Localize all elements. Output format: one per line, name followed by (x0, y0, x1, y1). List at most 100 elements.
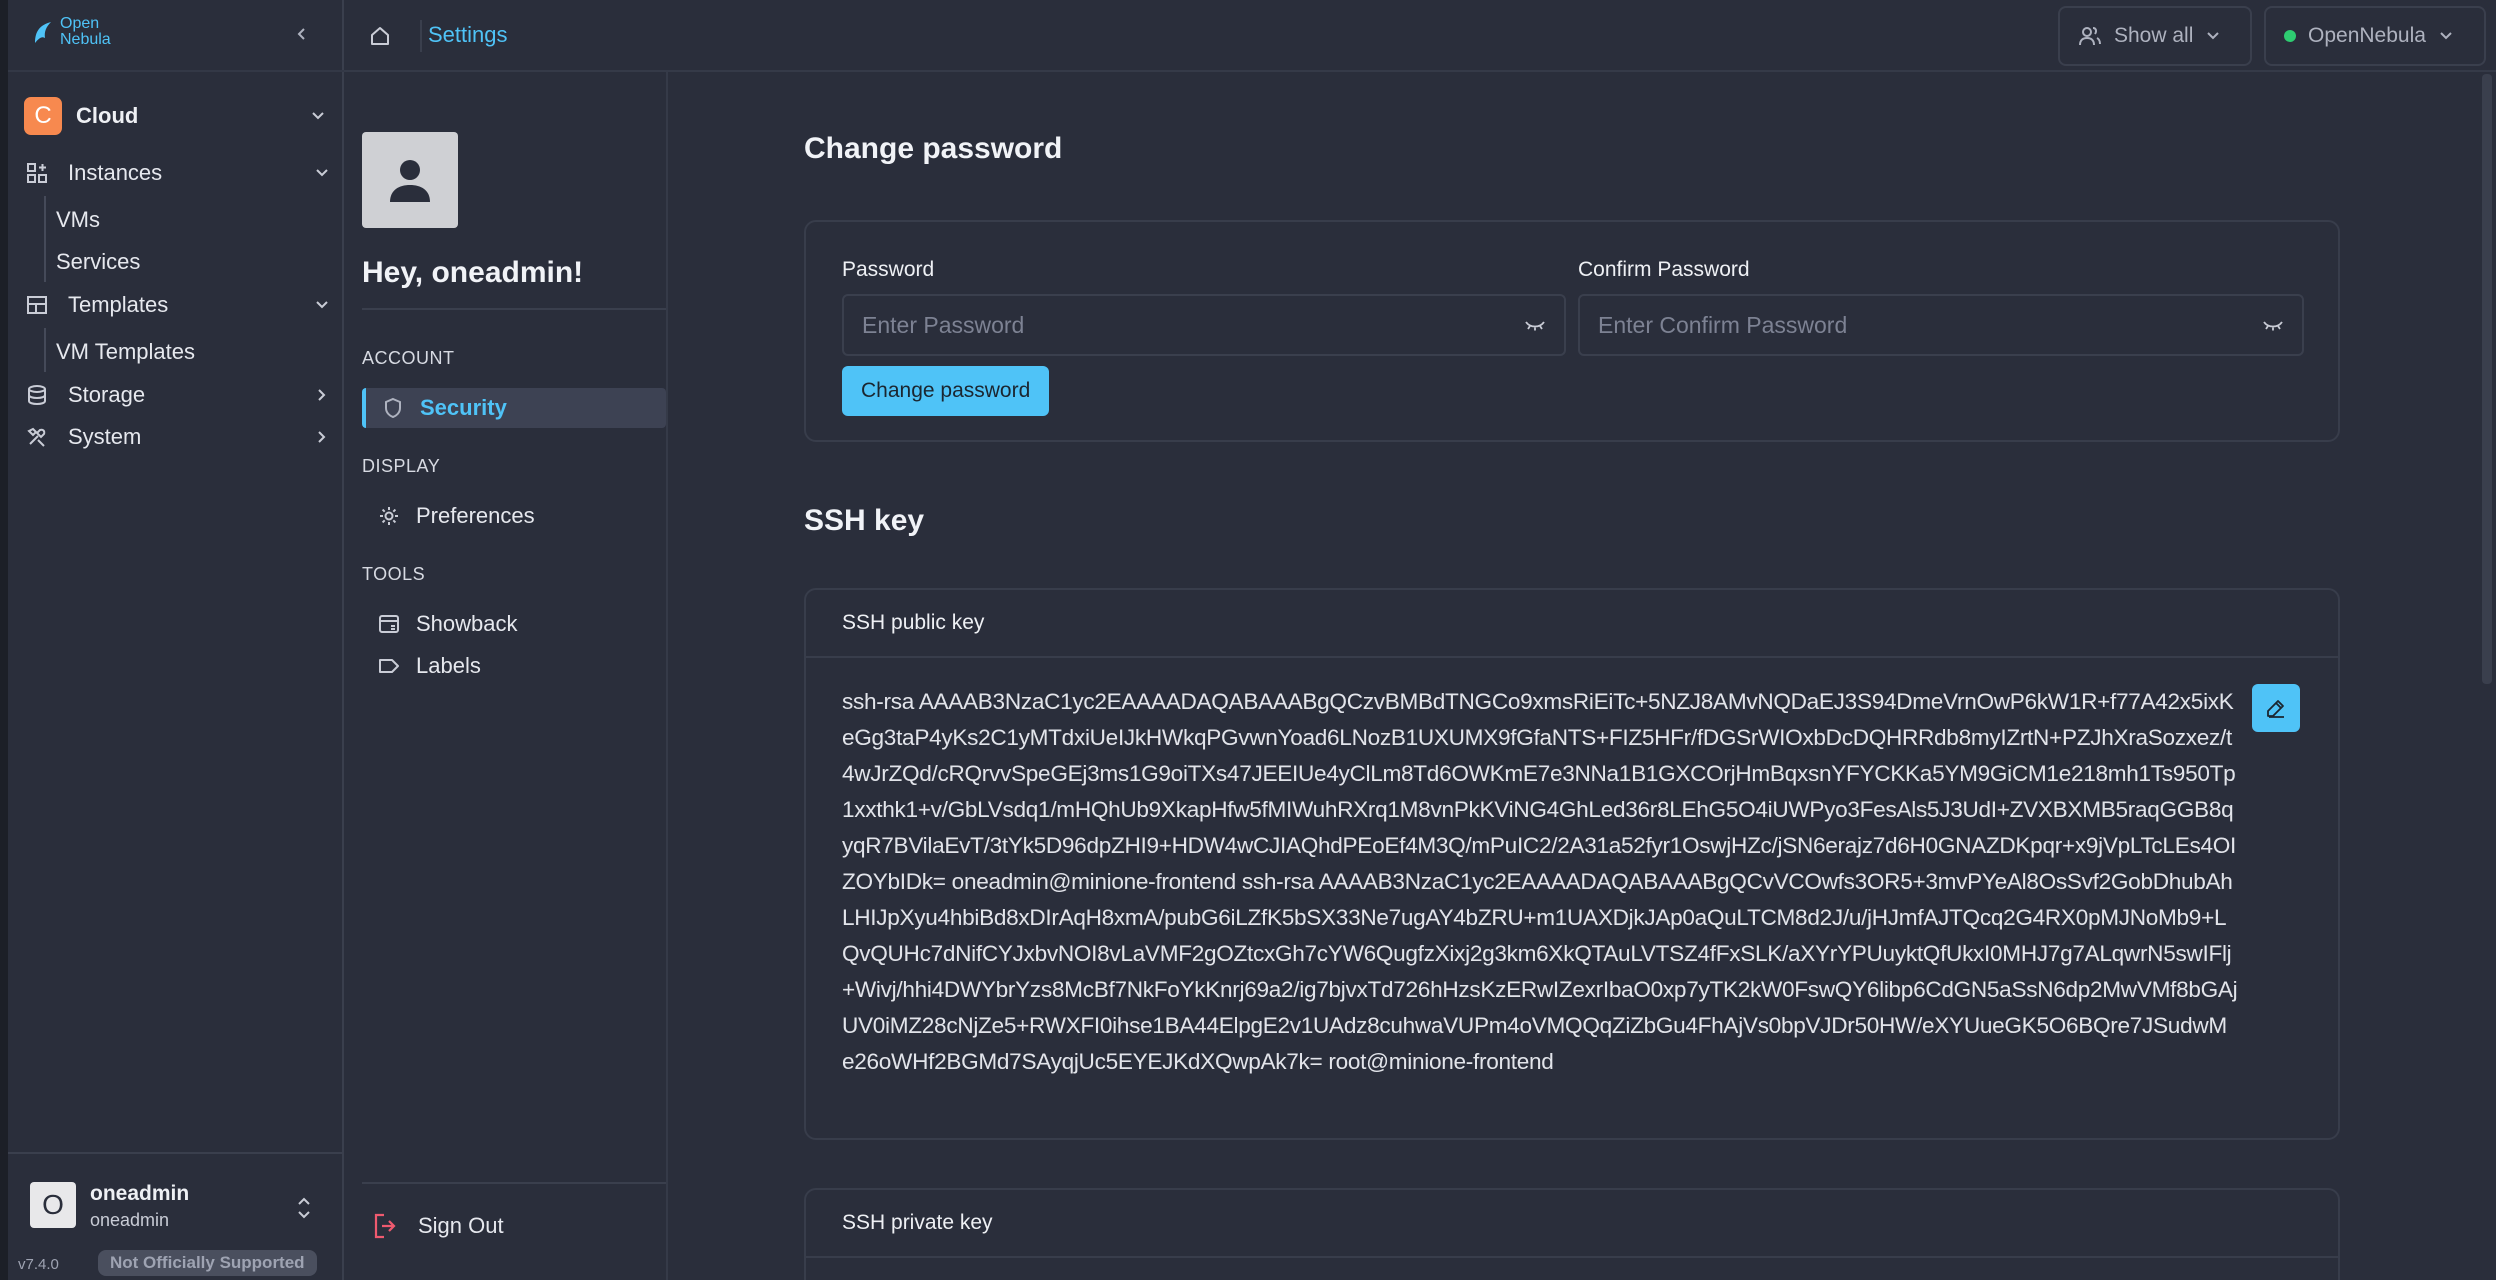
ssh-private-key-card: SSH private key (804, 1188, 2340, 1280)
nav-subitem-vm-templates[interactable]: VM Templates (56, 334, 195, 370)
password-field[interactable]: Enter Password (842, 294, 1566, 356)
divider (8, 70, 344, 72)
user-group: oneadmin (90, 1210, 170, 1230)
pencil-icon (2267, 700, 2284, 718)
ssh-public-key-value: ssh-rsa AAAAB3NzaC1yc2EAAAADAQABAAABgQCz… (842, 689, 2238, 1074)
settings-sidebar: Hey, oneadmin! ACCOUNT Security DISPLAY … (344, 72, 668, 1280)
submenu-guide-line (44, 196, 46, 282)
templates-icon (24, 292, 50, 318)
sign-out-label: Sign Out (418, 1213, 504, 1238)
greeting: Hey, oneadmin! (362, 256, 584, 289)
nebula-logo-icon (35, 22, 51, 43)
breadcrumb-divider (420, 20, 422, 52)
logo-text-open: Open (60, 15, 100, 32)
settings-item-preferences[interactable]: Preferences (362, 496, 666, 536)
avatar[interactable]: O (30, 1182, 76, 1228)
chevron-down-icon (308, 291, 336, 319)
support-status-badge: Not Officially Supported (98, 1250, 317, 1276)
chevron-right-icon (308, 423, 336, 451)
page-scrollbar[interactable] (2482, 74, 2492, 684)
settings-item-labels[interactable]: Labels (362, 646, 666, 686)
logout-icon (374, 1213, 396, 1239)
ssh-key-title: SSH key (804, 504, 925, 537)
confirm-password-label: Confirm Password (1578, 258, 1750, 281)
chevron-left-icon (297, 28, 305, 40)
main-sidebar: Open Nebula C Cloud Instances VMs Servic… (8, 0, 344, 1280)
chevron-up-down-icon (298, 1197, 310, 1219)
eye-closed-icon[interactable] (1524, 318, 1546, 332)
filter-dropdown[interactable]: Show all (2058, 6, 2252, 66)
section-label-tools: TOOLS (362, 564, 426, 584)
label-icon (362, 657, 416, 675)
nav-item-instances[interactable]: Instances (24, 154, 336, 192)
user-menu: O oneadmin oneadmin v7.4.0 Not Officiall… (8, 1152, 344, 1280)
gear-icon (362, 505, 416, 527)
sign-out-button[interactable]: Sign Out (372, 1212, 504, 1240)
users-icon (2079, 27, 2101, 46)
divider (362, 1182, 666, 1184)
profile-avatar (362, 132, 458, 228)
group-label: Cloud (76, 103, 139, 128)
settings-item-label: Preferences (416, 503, 535, 528)
filter-label: Show all (2114, 24, 2194, 47)
user-name: oneadmin (90, 1182, 190, 1205)
ssh-public-key-header: SSH public key (806, 590, 2338, 658)
chevron-down-icon (2207, 32, 2220, 40)
person-icon (390, 160, 430, 202)
edit-ssh-public-key-button[interactable] (2252, 684, 2300, 732)
home-icon (371, 27, 389, 45)
settings-item-showback[interactable]: Showback (362, 604, 666, 644)
nav-item-storage[interactable]: Storage (24, 376, 336, 414)
settings-item-label: Security (420, 395, 507, 420)
password-label: Password (842, 258, 935, 281)
nav-subitem-services[interactable]: Services (56, 244, 140, 280)
section-label-account: ACCOUNT (362, 348, 455, 368)
submenu-guide-line (44, 328, 46, 372)
nav-subitem-vms[interactable]: VMs (56, 202, 100, 238)
window-edge (0, 0, 8, 1280)
ssh-private-key-header: SSH private key (806, 1190, 2338, 1258)
logo-wordmark: Open Nebula (60, 16, 111, 48)
version-label: v7.4.0 (18, 1256, 59, 1273)
home-button[interactable] (364, 20, 396, 52)
nav-item-label: Instances (68, 160, 163, 185)
confirm-password-field[interactable]: Enter Confirm Password (1578, 294, 2304, 356)
settings-item-label: Showback (416, 611, 518, 636)
divider (362, 308, 666, 310)
top-bar: Settings Show all OpenNebula (344, 0, 2496, 72)
nav-item-system[interactable]: System (24, 418, 336, 456)
chevron-down-icon (308, 159, 336, 187)
zone-status-dot (2284, 30, 2296, 42)
logo-text-nebula: Nebula (60, 31, 111, 48)
collapse-sidebar-button[interactable] (288, 20, 316, 48)
section-label-display: DISPLAY (362, 456, 441, 476)
breadcrumb[interactable]: Settings (428, 22, 508, 48)
ssh-public-key-card: SSH public key ssh-rsa AAAAB3NzaC1yc2EAA… (804, 588, 2340, 1140)
settings-item-security[interactable]: Security (362, 388, 666, 428)
eye-closed-icon[interactable] (2262, 318, 2284, 332)
settings-content: Change password Password Enter Password … (668, 72, 2468, 1280)
change-password-button[interactable]: Change password (842, 366, 1050, 416)
chevron-right-icon (308, 381, 336, 409)
showback-icon (362, 613, 416, 635)
nav-item-label: System (68, 424, 142, 449)
group-selector[interactable]: C Cloud (24, 96, 336, 136)
group-badge: C (24, 97, 62, 135)
nav-item-label: Templates (68, 292, 169, 317)
zone-dropdown[interactable]: OpenNebula (2264, 6, 2486, 66)
nav-item-label: Storage (68, 382, 146, 407)
shield-icon (366, 397, 420, 419)
system-icon (24, 424, 50, 450)
password-placeholder: Enter Password (862, 311, 1025, 338)
chevron-down-icon (2440, 32, 2452, 40)
confirm-password-placeholder: Enter Confirm Password (1598, 311, 1848, 338)
nav-item-templates[interactable]: Templates (24, 286, 336, 324)
zone-label: OpenNebula (2308, 24, 2426, 47)
settings-item-label: Labels (416, 653, 481, 678)
storage-icon (24, 382, 50, 408)
opennebula-logo[interactable]: Open Nebula (32, 16, 111, 48)
instances-icon (24, 160, 50, 186)
chevron-down-icon (312, 112, 324, 120)
change-password-card: Password Enter Password Confirm Password… (804, 220, 2340, 442)
user-menu-toggle[interactable] (290, 1190, 318, 1226)
